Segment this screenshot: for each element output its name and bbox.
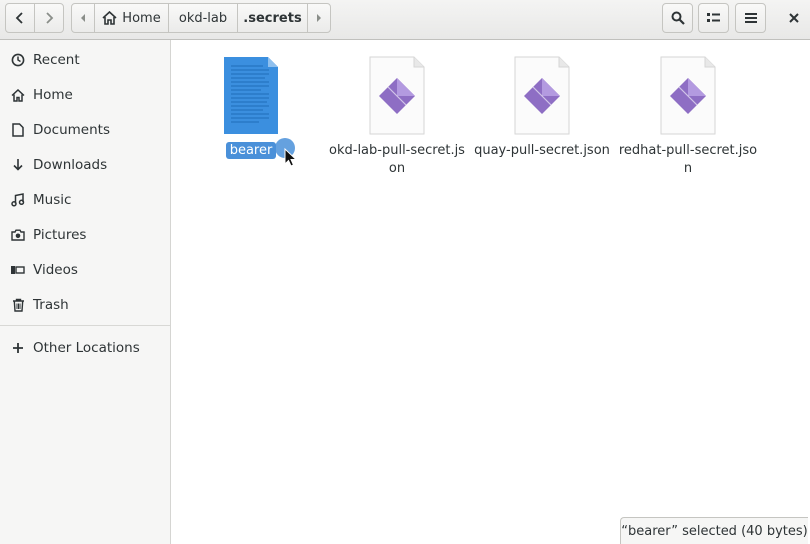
sidebar-item-music[interactable]: Music: [0, 183, 170, 217]
json-file-icon: [512, 56, 572, 136]
path-scroll-left-button[interactable]: [71, 3, 95, 33]
trash-icon: [10, 297, 26, 313]
sidebar-item-label: Recent: [33, 52, 80, 68]
sidebar-item-other-locations[interactable]: Other Locations: [0, 331, 170, 365]
sidebar-item-label: Trash: [33, 297, 69, 313]
list-view-icon: [707, 13, 720, 22]
triangle-right-icon: [317, 14, 321, 22]
sidebar-item-label: Music: [33, 192, 72, 208]
path-item-okd-lab[interactable]: okd-lab: [168, 3, 238, 33]
header-bar: Home okd-lab .secrets: [0, 0, 810, 40]
close-icon: [789, 13, 799, 23]
text-file-icon: [221, 56, 281, 136]
triangle-left-icon: [81, 14, 85, 22]
search-button[interactable]: [662, 3, 693, 33]
sidebar-item-documents[interactable]: Documents: [0, 113, 170, 147]
mouse-cursor-icon: [275, 138, 298, 167]
file-item-redhat-pull-secret[interactable]: redhat-pull-secret.json: [618, 56, 758, 178]
path-item-secrets[interactable]: .secrets: [237, 3, 308, 33]
hamburger-menu-icon: [744, 13, 757, 23]
close-window-button[interactable]: [780, 3, 808, 33]
chevron-left-icon: [15, 12, 23, 24]
sidebar: Recent Home Documents Downloads Music Pi…: [0, 40, 171, 544]
file-item-bearer[interactable]: bearer: [181, 56, 321, 160]
sidebar-item-home[interactable]: Home: [0, 78, 170, 112]
download-icon: [10, 157, 26, 173]
clock-icon: [10, 52, 26, 68]
sidebar-item-videos[interactable]: Videos: [0, 253, 170, 287]
sidebar-item-downloads[interactable]: Downloads: [0, 148, 170, 182]
home-icon: [10, 87, 26, 103]
sidebar-item-label: Downloads: [33, 157, 108, 173]
selection-status: “bearer” selected (40 bytes): [620, 517, 808, 544]
sidebar-item-pictures[interactable]: Pictures: [0, 218, 170, 252]
music-icon: [10, 192, 26, 208]
view-options-button[interactable]: [698, 3, 729, 33]
sidebar-item-label: Home: [33, 87, 73, 103]
path-item-label: Home: [122, 10, 161, 26]
chevron-right-icon: [46, 12, 54, 24]
sidebar-item-label: Pictures: [33, 227, 87, 243]
search-icon: [671, 11, 685, 25]
menu-button[interactable]: [735, 3, 766, 33]
file-name-label: bearer: [225, 142, 277, 159]
file-view[interactable]: bearer okd-lab-pull-secret.json quay-pul…: [171, 40, 810, 544]
file-item-okd-lab-pull-secret[interactable]: okd-lab-pull-secret.json: [327, 56, 467, 178]
sidebar-item-label: Videos: [33, 262, 78, 278]
file-name: quay-pull-secret.json: [474, 143, 610, 158]
path-bar: Home okd-lab .secrets: [71, 3, 331, 33]
back-button[interactable]: [5, 3, 35, 33]
path-scroll-right-button[interactable]: [307, 3, 331, 33]
path-item-home[interactable]: Home: [94, 3, 169, 33]
file-item-quay-pull-secret[interactable]: quay-pull-secret.json: [472, 56, 612, 160]
forward-button[interactable]: [34, 3, 64, 33]
path-item-label: okd-lab: [178, 10, 228, 26]
sidebar-item-recent[interactable]: Recent: [0, 43, 170, 77]
json-file-icon: [658, 56, 718, 136]
file-name: okd-lab-pull-secret.json: [329, 143, 465, 176]
home-icon: [102, 11, 117, 25]
json-file-icon: [367, 56, 427, 136]
plus-icon: [10, 340, 26, 356]
sidebar-item-trash[interactable]: Trash: [0, 288, 170, 322]
path-item-label: .secrets: [243, 10, 302, 26]
document-icon: [10, 122, 26, 138]
sidebar-item-label: Documents: [33, 122, 110, 138]
video-icon: [10, 262, 26, 278]
camera-icon: [10, 227, 26, 243]
file-name: bearer: [181, 142, 321, 160]
sidebar-item-label: Other Locations: [33, 340, 140, 356]
navigation-buttons: [5, 3, 65, 33]
sidebar-separator: [0, 325, 170, 326]
file-name: redhat-pull-secret.json: [618, 143, 758, 176]
